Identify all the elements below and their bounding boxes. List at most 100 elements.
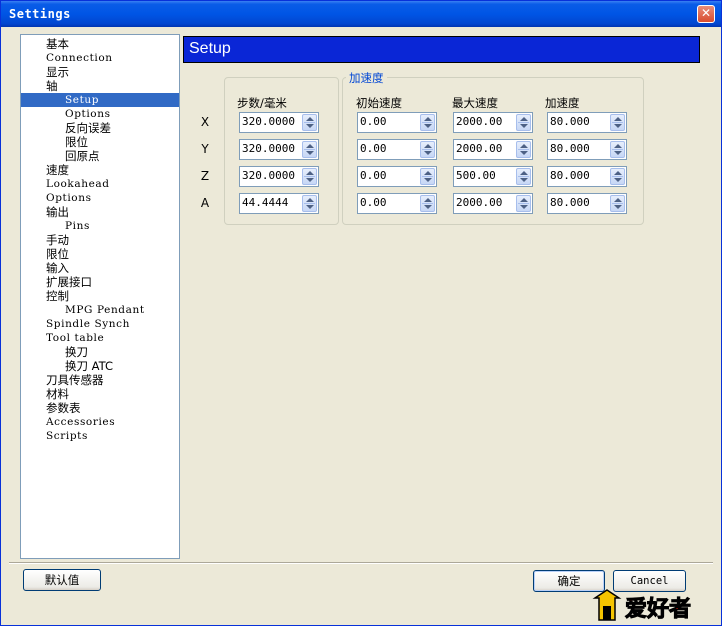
tree-item[interactable]: 控制 (46, 289, 69, 303)
arrow-down-icon[interactable] (306, 205, 314, 209)
arrow-up-icon[interactable] (520, 144, 528, 148)
tree-item[interactable]: 速度 (46, 163, 69, 177)
spin-box[interactable]: 80.000 (547, 112, 627, 133)
arrow-down-icon[interactable] (424, 124, 432, 128)
tree-item[interactable]: Lookahead (46, 177, 110, 191)
spin-arrows-icon[interactable] (302, 195, 317, 212)
arrow-up-icon[interactable] (520, 117, 528, 121)
spin-arrows-icon[interactable] (420, 195, 435, 212)
spin-box[interactable]: 320.0000 (239, 139, 319, 160)
tree-item[interactable]: Scripts (46, 429, 88, 443)
spin-box[interactable]: 0.00 (357, 139, 437, 160)
tree-item[interactable]: 基本 (46, 37, 69, 51)
spin-box[interactable]: 2000.00 (453, 112, 533, 133)
arrow-up-icon[interactable] (424, 144, 432, 148)
spin-box[interactable]: 0.00 (357, 112, 437, 133)
arrow-up-icon[interactable] (306, 117, 314, 121)
tree-item[interactable]: 手动 (46, 233, 69, 247)
spin-box[interactable]: 0.00 (357, 166, 437, 187)
spin-arrows-icon[interactable] (420, 114, 435, 131)
tree-item[interactable]: Setup (21, 93, 179, 107)
tree-item[interactable]: Options (65, 107, 111, 121)
tree-item[interactable]: 输出 (46, 205, 69, 219)
spin-box[interactable]: 44.4444 (239, 193, 319, 214)
arrow-up-icon[interactable] (614, 198, 622, 202)
arrow-down-icon[interactable] (520, 178, 528, 182)
arrow-up-icon[interactable] (424, 171, 432, 175)
title-bar[interactable]: Settings ✕ (1, 1, 721, 27)
arrow-up-icon[interactable] (424, 117, 432, 121)
arrow-down-icon[interactable] (306, 151, 314, 155)
arrow-up-icon[interactable] (614, 144, 622, 148)
tree-item[interactable]: 回原点 (65, 149, 100, 163)
arrow-down-icon[interactable] (424, 178, 432, 182)
arrow-up-icon[interactable] (306, 144, 314, 148)
arrow-down-icon[interactable] (520, 205, 528, 209)
tree-item[interactable]: 输入 (46, 261, 69, 275)
tree-item[interactable]: 材料 (46, 387, 69, 401)
tree-item[interactable]: 反向误差 (65, 121, 111, 135)
spin-arrows-icon[interactable] (302, 168, 317, 185)
spin-arrows-icon[interactable] (420, 141, 435, 158)
spin-value: 2000.00 (456, 142, 503, 155)
tree-item[interactable]: 显示 (46, 65, 69, 79)
tree-item[interactable]: 轴 (46, 79, 58, 93)
arrow-down-icon[interactable] (520, 151, 528, 155)
tree-item[interactable]: Spindle Synch (46, 317, 130, 331)
spin-arrows-icon[interactable] (302, 141, 317, 158)
settings-tree[interactable]: 基本 Connection 显示轴 Setup Options 反向误差 限位 回原点 速度 Lo… (20, 34, 180, 559)
spin-box[interactable]: 320.0000 (239, 166, 319, 187)
spin-box[interactable]: 0.00 (357, 193, 437, 214)
spin-arrows-icon[interactable] (610, 114, 625, 131)
tree-item[interactable]: 换刀 (65, 345, 88, 359)
arrow-up-icon[interactable] (520, 171, 528, 175)
tree-item[interactable]: Accessories (46, 415, 115, 429)
tree-item[interactable]: 限位 (46, 247, 69, 261)
arrow-down-icon[interactable] (424, 151, 432, 155)
arrow-down-icon[interactable] (614, 151, 622, 155)
arrow-down-icon[interactable] (424, 205, 432, 209)
spin-arrows-icon[interactable] (516, 114, 531, 131)
arrow-up-icon[interactable] (520, 198, 528, 202)
spin-box[interactable]: 80.000 (547, 139, 627, 160)
tree-item[interactable]: 限位 (65, 135, 88, 149)
acceleration-group-title: 加速度 (346, 70, 387, 86)
arrow-up-icon[interactable] (614, 171, 622, 175)
arrow-up-icon[interactable] (306, 171, 314, 175)
column-header: 初始速度 (356, 96, 402, 110)
spin-box[interactable]: 2000.00 (453, 139, 533, 160)
spin-arrows-icon[interactable] (420, 168, 435, 185)
tree-item[interactable]: 换刀 ATC (65, 359, 113, 373)
spin-arrows-icon[interactable] (610, 168, 625, 185)
arrow-down-icon[interactable] (520, 124, 528, 128)
close-icon[interactable]: ✕ (697, 5, 715, 23)
tree-item[interactable]: Tool table (46, 331, 104, 345)
spin-arrows-icon[interactable] (610, 195, 625, 212)
arrow-up-icon[interactable] (306, 198, 314, 202)
tree-item[interactable]: MPG Pendant (65, 303, 145, 317)
spin-arrows-icon[interactable] (610, 141, 625, 158)
spin-box[interactable]: 80.000 (547, 193, 627, 214)
tree-item[interactable]: Options (46, 191, 92, 205)
arrow-down-icon[interactable] (614, 124, 622, 128)
tree-item[interactable]: 参数表 (46, 401, 81, 415)
arrow-down-icon[interactable] (614, 205, 622, 209)
arrow-down-icon[interactable] (306, 124, 314, 128)
spin-box[interactable]: 500.00 (453, 166, 533, 187)
spin-arrows-icon[interactable] (302, 114, 317, 131)
arrow-down-icon[interactable] (614, 178, 622, 182)
spin-box[interactable]: 2000.00 (453, 193, 533, 214)
tree-item[interactable]: 刀具传感器 (46, 373, 104, 387)
spin-box[interactable]: 320.0000 (239, 112, 319, 133)
tree-item[interactable]: 扩展接口 (46, 275, 92, 289)
spin-arrows-icon[interactable] (516, 195, 531, 212)
arrow-up-icon[interactable] (424, 198, 432, 202)
spin-arrows-icon[interactable] (516, 168, 531, 185)
arrow-up-icon[interactable] (614, 117, 622, 121)
defaults-button[interactable]: 默认值 (23, 569, 101, 591)
arrow-down-icon[interactable] (306, 178, 314, 182)
tree-item[interactable]: Pins (65, 219, 90, 233)
tree-item[interactable]: Connection (46, 51, 113, 65)
spin-box[interactable]: 80.000 (547, 166, 627, 187)
spin-arrows-icon[interactable] (516, 141, 531, 158)
